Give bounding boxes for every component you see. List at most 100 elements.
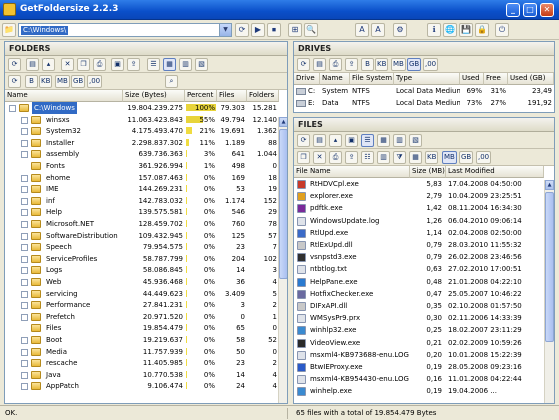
copy-icon[interactable]: ❐ bbox=[77, 58, 90, 71]
font-larger-icon[interactable]: A bbox=[355, 23, 369, 37]
col-drive-name[interactable]: Name bbox=[320, 73, 350, 85]
refresh-icon[interactable]: ⟳ bbox=[8, 58, 21, 71]
expand-icon[interactable] bbox=[21, 151, 28, 159]
table-row[interactable]: Logs 58.086.845 0% 14 3 bbox=[5, 264, 278, 276]
list-item[interactable]: winhelp.exe 0,19 19.04.2006 ... bbox=[294, 385, 544, 397]
table-row[interactable]: assembly 639.736.363 3% 641 1.044 bbox=[5, 148, 278, 160]
table-row[interactable]: C: System NTFS Local Data Medium 69% 31% 23,49 bbox=[294, 85, 554, 97]
table-row[interactable]: C:\Windows 19.804.239.275 100% 79.303 15.281 bbox=[5, 102, 278, 114]
expand-icon[interactable] bbox=[21, 348, 28, 356]
col-free[interactable]: Free bbox=[484, 73, 508, 85]
list-item[interactable]: msxml4-KB954430-enu.LOG 0,16 11.01.2008 04… bbox=[294, 373, 544, 385]
table-row[interactable]: servicing 44.449.623 0% 3.409 5 bbox=[5, 288, 278, 300]
unit-gb[interactable]: GB bbox=[71, 75, 86, 88]
copy-icon[interactable]: ❐ bbox=[297, 151, 310, 164]
table-row[interactable]: E: Data NTFS Local Data Medium 73% 27% 191,92 bbox=[294, 97, 554, 109]
unit-mb[interactable]: MB bbox=[55, 75, 70, 88]
table-row[interactable]: Speech 79.954.575 0% 23 7 bbox=[5, 241, 278, 253]
scroll-thumb[interactable] bbox=[545, 192, 554, 342]
col-name[interactable]: Name bbox=[5, 90, 123, 102]
list-item[interactable]: winhlp32.exe 0,25 18.02.2007 23:11:29 bbox=[294, 324, 544, 336]
unit-b[interactable]: B bbox=[361, 58, 374, 71]
list-item[interactable]: HotfixChecker.exe 0,47 25.05.2007 10:46:22 bbox=[294, 288, 544, 300]
unit-mb[interactable]: MB bbox=[442, 151, 457, 164]
expand-icon[interactable] bbox=[21, 174, 28, 182]
table-row[interactable]: Boot 19.219.637 0% 58 52 bbox=[5, 334, 278, 346]
title-bar[interactable]: GetFoldersize 2.2.3 _ □ ✕ bbox=[0, 0, 559, 20]
list-item[interactable]: RtlExUpd.dll 0,79 28.03.2010 11:55:32 bbox=[294, 239, 544, 251]
unit-kb[interactable]: KB bbox=[425, 151, 439, 164]
decimals-toggle[interactable]: ,00 bbox=[476, 151, 492, 164]
table-row[interactable]: Java 10.770.538 0% 14 4 bbox=[5, 369, 278, 381]
tree-view-icon[interactable]: ☰ bbox=[147, 58, 160, 71]
list-item[interactable]: DIFxAPI.dll 0,35 02.10.2008 01:57:50 bbox=[294, 300, 544, 312]
chart-icon[interactable]: ▥ bbox=[377, 151, 390, 164]
binoculars-icon[interactable]: ⌕ bbox=[165, 75, 178, 88]
unit-kb[interactable]: KB bbox=[39, 75, 53, 88]
list-view-icon[interactable]: ▦ bbox=[163, 58, 176, 71]
search-icon[interactable]: 🔍 bbox=[304, 23, 318, 37]
list-item[interactable]: vsnpstd3.exe 0,79 26.02.2008 23:46:56 bbox=[294, 251, 544, 263]
minimize-button[interactable]: _ bbox=[506, 3, 520, 17]
play-icon[interactable]: ▶ bbox=[251, 23, 265, 37]
col-files[interactable]: Files bbox=[217, 90, 247, 102]
save-icon[interactable]: ▤ bbox=[313, 58, 326, 71]
details-view-icon[interactable]: ▦ bbox=[377, 134, 390, 147]
refresh-icon[interactable]: ⟳ bbox=[297, 134, 310, 147]
unit-gb[interactable]: GB bbox=[407, 58, 422, 71]
col-file-size[interactable]: Size (MB) bbox=[410, 166, 446, 178]
power-icon[interactable]: ⏻ bbox=[495, 23, 509, 37]
folder-up-icon[interactable]: ▴ bbox=[42, 58, 55, 71]
export-icon[interactable]: ⇪ bbox=[127, 58, 140, 71]
print-icon[interactable]: ⎙ bbox=[329, 151, 342, 164]
refresh-icon[interactable]: ⟳ bbox=[297, 58, 310, 71]
expand-icon[interactable] bbox=[21, 302, 28, 310]
chart-view-icon[interactable]: ▥ bbox=[179, 58, 192, 71]
chevron-down-icon[interactable]: ▼ bbox=[219, 24, 231, 36]
scroll-thumb[interactable] bbox=[279, 129, 287, 279]
col-filesystem[interactable]: File System bbox=[350, 73, 394, 85]
refresh-icon[interactable]: ⟳ bbox=[8, 75, 21, 88]
grid-icon[interactable]: ⊞ bbox=[288, 23, 302, 37]
list-item[interactable]: WindowsUpdate.log 1,26 06.04.2010 09:06:14 bbox=[294, 215, 544, 227]
path-combobox[interactable]: C:\Windows\ ▼ bbox=[18, 23, 232, 37]
expand-icon[interactable] bbox=[21, 186, 28, 194]
unit-kb[interactable]: KB bbox=[375, 58, 389, 71]
table-row[interactable]: Performance 27.841.231 0% 3 2 bbox=[5, 299, 278, 311]
table-row[interactable]: ehome 157.087.463 0% 169 18 bbox=[5, 172, 278, 184]
print-icon[interactable]: ⎙ bbox=[329, 58, 342, 71]
table-row[interactable]: Web 45.936.468 0% 36 4 bbox=[5, 276, 278, 288]
table-row[interactable]: Installer 2.298.837.302 11% 1.189 88 bbox=[5, 137, 278, 149]
icons-view-icon[interactable]: ▥ bbox=[393, 134, 406, 147]
list-item[interactable]: HelpPane.exe 0,48 21.01.2008 04:22:10 bbox=[294, 276, 544, 288]
col-last-modified[interactable]: Last Modified bbox=[446, 166, 544, 178]
table-row[interactable]: ServiceProfiles 58.787.799 0% 204 102 bbox=[5, 253, 278, 265]
list-item[interactable]: BtwIEProxy.exe 0,19 28.05.2008 09:23:16 bbox=[294, 361, 544, 373]
delete-icon[interactable]: ✕ bbox=[313, 151, 326, 164]
expand-icon[interactable] bbox=[21, 197, 28, 205]
open-folder-icon[interactable]: ▤ bbox=[26, 58, 39, 71]
decimals-toggle[interactable]: ,00 bbox=[423, 58, 439, 71]
list-item[interactable]: explorer.exe 2,79 10.04.2009 23:25:51 bbox=[294, 190, 544, 202]
decimals-toggle[interactable]: ,00 bbox=[87, 75, 103, 88]
delete-icon[interactable]: ✕ bbox=[61, 58, 74, 71]
expand-icon[interactable] bbox=[21, 244, 28, 252]
col-drive[interactable]: Drive bbox=[294, 73, 320, 85]
col-type[interactable]: Type bbox=[394, 73, 460, 85]
table-row[interactable]: winsxs 11.063.423.843 55% 49.794 12.140 bbox=[5, 114, 278, 126]
thumbnail-view-icon[interactable]: ▧ bbox=[409, 134, 422, 147]
list-item[interactable]: ntbtlog.txt 0,63 27.02.2010 17:00:51 bbox=[294, 263, 544, 275]
table-row[interactable]: IME 144.269.231 0% 53 19 bbox=[5, 183, 278, 195]
table-row[interactable]: inf 142.783.032 0% 1.174 152 bbox=[5, 195, 278, 207]
unit-b[interactable]: B bbox=[25, 75, 38, 88]
list-item[interactable]: msxml4-KB973688-enu.LOG 0,20 10.01.2008 15… bbox=[294, 349, 544, 361]
save-icon[interactable]: 💾 bbox=[459, 23, 473, 37]
list-item[interactable]: VideoView.exe 0,21 02.02.2009 10:59:26 bbox=[294, 337, 544, 349]
export-icon[interactable]: ⇪ bbox=[345, 58, 358, 71]
list-item[interactable]: RtHDVCpl.exe 5,83 17.04.2008 04:50:00 bbox=[294, 178, 544, 190]
save-icon[interactable]: ▣ bbox=[345, 134, 358, 147]
print-icon[interactable]: ⎙ bbox=[93, 58, 106, 71]
stop-icon[interactable]: ⏹ bbox=[267, 23, 281, 37]
table-row[interactable]: Prefetch 20.971.520 0% 0 1 bbox=[5, 311, 278, 323]
folders-scrollbar[interactable]: ▲ bbox=[278, 117, 287, 403]
